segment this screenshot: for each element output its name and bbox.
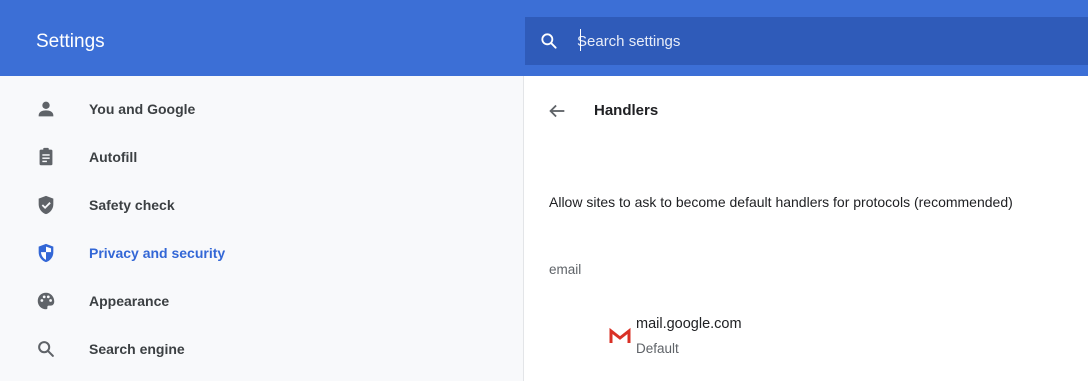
search-input[interactable] [577, 29, 1057, 53]
sidebar-item-label: Appearance [89, 293, 170, 309]
clipboard-icon [39, 147, 53, 166]
sidebar-item-label: You and Google [89, 101, 196, 117]
sidebar: You and Google Autofill Safety check Pri… [0, 76, 523, 381]
sidebar-item-label: Autofill [89, 149, 138, 165]
sidebar-item-label: Safety check [89, 197, 175, 213]
sidebar-item-privacy-and-security[interactable]: Privacy and security [0, 230, 523, 278]
text-caret [580, 29, 581, 51]
search-box[interactable] [525, 17, 1088, 65]
palette-icon [37, 292, 55, 310]
shield-check-icon [38, 195, 54, 215]
back-arrow-icon[interactable] [546, 100, 568, 122]
protocol-handlers-toggle-label[interactable]: Allow sites to ask to become default han… [549, 193, 1088, 211]
main-panel: Handlers Allow sites to ask to become de… [524, 76, 1088, 381]
section-label-email: email [549, 262, 582, 277]
person-icon [38, 101, 54, 117]
sidebar-item-you-and-google[interactable]: You and Google [0, 86, 523, 134]
search-icon [541, 33, 557, 49]
sidebar-item-autofill[interactable]: Autofill [0, 134, 523, 182]
app-title: Settings [36, 31, 105, 52]
sidebar-item-label: Search engine [89, 341, 185, 357]
sidebar-item-label: Privacy and security [89, 245, 226, 261]
gmail-icon [609, 327, 631, 343]
sidebar-item-appearance[interactable]: Appearance [0, 278, 523, 326]
search-icon [38, 341, 54, 357]
handler-default-label: Default [636, 341, 679, 356]
handler-site[interactable]: mail.google.com [636, 315, 742, 333]
shield-half-icon [38, 243, 54, 263]
sidebar-item-safety-check[interactable]: Safety check [0, 182, 523, 230]
sidebar-item-search-engine[interactable]: Search engine [0, 326, 523, 374]
page-title: Handlers [594, 102, 659, 119]
